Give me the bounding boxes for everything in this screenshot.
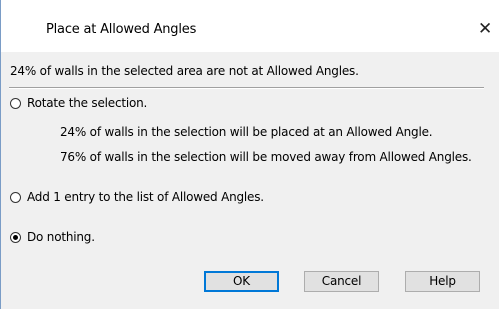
help-button[interactable]: Help xyxy=(405,271,480,292)
summary-text: 24% of walls in the selected area are no… xyxy=(10,64,359,78)
dialog-title: Place at Allowed Angles xyxy=(46,22,197,37)
radio-do-nothing[interactable]: Do nothing. xyxy=(10,228,95,246)
cancel-button[interactable]: Cancel xyxy=(304,271,379,292)
radio-label-add-entry: Add 1 entry to the list of Allowed Angle… xyxy=(27,190,264,204)
radio-rotate-selection[interactable]: Rotate the selection. xyxy=(10,94,147,112)
radio-circle-icon[interactable] xyxy=(10,97,21,109)
separator xyxy=(9,87,484,89)
radio-label-rotate: Rotate the selection. xyxy=(27,96,148,110)
ok-button[interactable]: OK xyxy=(204,271,279,292)
place-at-allowed-angles-dialog: Place at Allowed Angles ✕ 24% of walls i… xyxy=(0,0,499,309)
rotate-detail-moved: 76% of walls in the selection will be mo… xyxy=(60,150,472,164)
radio-checked-icon[interactable] xyxy=(10,231,21,243)
rotate-detail-placed: 24% of walls in the selection will be pl… xyxy=(60,125,433,139)
radio-label-do-nothing: Do nothing. xyxy=(27,230,95,244)
radio-circle-icon[interactable] xyxy=(10,191,21,203)
close-icon[interactable]: ✕ xyxy=(478,14,499,44)
radio-add-entry[interactable]: Add 1 entry to the list of Allowed Angle… xyxy=(10,188,264,206)
dialog-body: 24% of walls in the selected area are no… xyxy=(1,52,499,309)
title-bar: Place at Allowed Angles ✕ xyxy=(1,0,499,52)
